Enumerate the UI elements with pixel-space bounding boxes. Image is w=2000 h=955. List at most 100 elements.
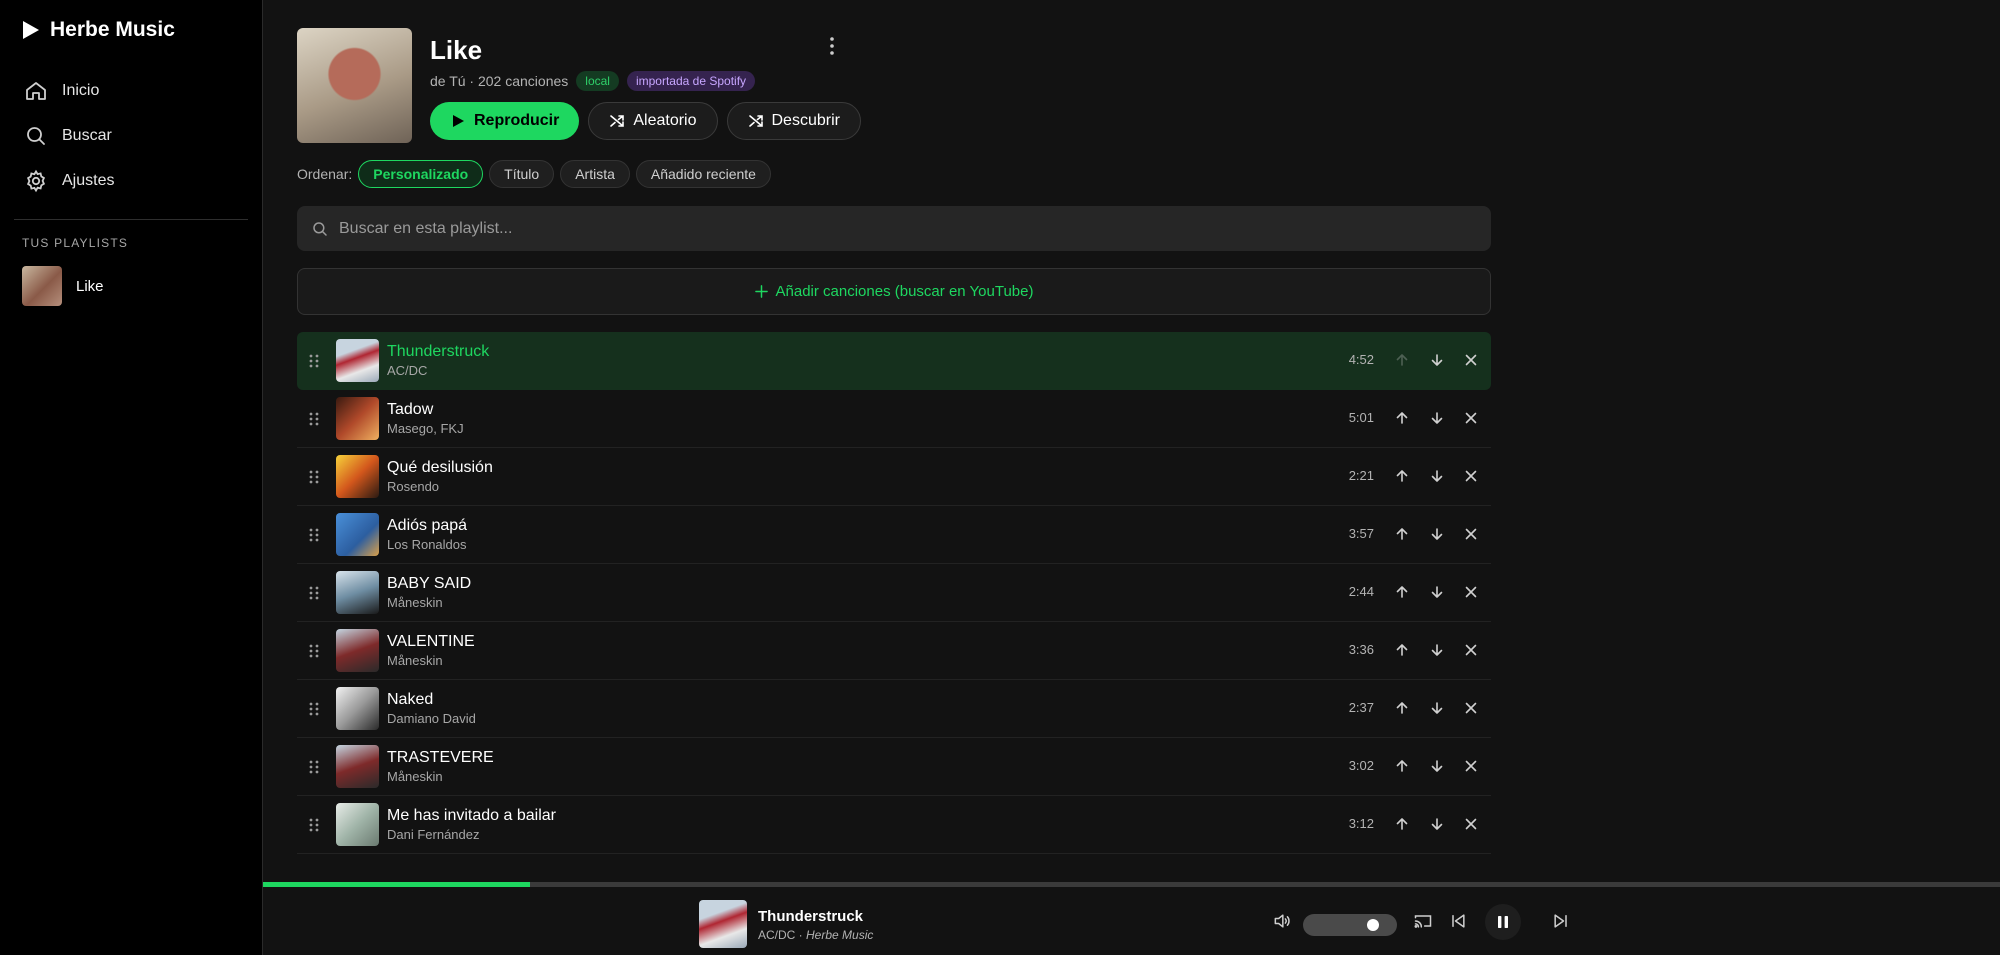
track-artist: Måneskin	[387, 653, 443, 668]
track-row[interactable]: Thunderstruck AC/DC 4:52	[297, 332, 1491, 390]
discover-button[interactable]: Descubrir	[726, 102, 861, 140]
move-down-button[interactable]	[1426, 523, 1448, 545]
track-row[interactable]: Qué desilusión Rosendo 2:21	[297, 448, 1491, 506]
arrow-down-icon	[1429, 816, 1445, 832]
track-duration: 3:02	[1348, 758, 1374, 773]
sort-artist[interactable]: Artista	[560, 160, 630, 188]
move-down-button[interactable]	[1426, 465, 1448, 487]
move-down-button[interactable]	[1426, 755, 1448, 777]
track-row[interactable]: Me has invitado a bailar Dani Fernández …	[297, 796, 1491, 854]
track-title: Thunderstruck	[387, 343, 490, 360]
track-row[interactable]: Naked Damiano David 2:37	[297, 680, 1491, 738]
track-row[interactable]: TRASTEVERE Måneskin 3:02	[297, 738, 1491, 796]
drag-handle-icon[interactable]	[309, 760, 319, 774]
discover-shuffle-icon	[748, 115, 763, 127]
arrow-up-icon	[1394, 410, 1410, 426]
nav-search-label: Buscar	[62, 126, 112, 144]
arrow-down-icon	[1429, 526, 1445, 542]
move-down-button[interactable]	[1426, 813, 1448, 835]
track-row[interactable]: BABY SAID Måneskin 2:44	[297, 564, 1491, 622]
move-up-button[interactable]	[1391, 407, 1413, 429]
playlist-meta: de Tú · 202 canciones local importada de…	[430, 71, 756, 91]
move-down-button[interactable]	[1426, 639, 1448, 661]
track-row[interactable]: VALENTINE Måneskin 3:36	[297, 622, 1491, 680]
shuffle-button[interactable]: Aleatorio	[588, 102, 718, 140]
track-cover	[336, 745, 379, 788]
track-cover	[336, 513, 379, 556]
move-down-button[interactable]	[1426, 349, 1448, 371]
sort-custom[interactable]: Personalizado	[358, 160, 484, 188]
track-title: Qué desilusión	[387, 459, 493, 476]
move-up-button[interactable]	[1391, 465, 1413, 487]
remove-track-button[interactable]	[1460, 523, 1482, 545]
previous-button[interactable]	[1446, 909, 1470, 933]
add-songs-button[interactable]: Añadir canciones (buscar en YouTube)	[297, 268, 1491, 315]
home-icon	[26, 81, 46, 100]
sidebar-playlist-like[interactable]: Like	[22, 266, 104, 306]
remove-track-button[interactable]	[1460, 581, 1482, 603]
move-up-button[interactable]	[1391, 813, 1413, 835]
pause-button[interactable]	[1485, 904, 1521, 940]
move-up-button[interactable]	[1391, 697, 1413, 719]
move-up-button[interactable]	[1391, 349, 1413, 371]
arrow-down-icon	[1429, 758, 1445, 774]
arrow-up-icon	[1394, 816, 1410, 832]
remove-track-button[interactable]	[1460, 465, 1482, 487]
move-up-button[interactable]	[1391, 523, 1413, 545]
next-button[interactable]	[1549, 909, 1573, 933]
volume-button[interactable]	[1270, 909, 1294, 933]
cast-button[interactable]	[1411, 909, 1435, 933]
sort-recent[interactable]: Añadido reciente	[635, 160, 771, 188]
drag-handle-icon[interactable]	[309, 644, 319, 658]
arrow-up-icon	[1394, 352, 1410, 368]
playlist-search-input[interactable]	[339, 219, 1439, 238]
now-playing-subtitle: AC/DC · Herbe Music	[758, 928, 874, 942]
track-title: VALENTINE	[387, 633, 475, 650]
remove-track-button[interactable]	[1460, 697, 1482, 719]
search-icon	[27, 126, 45, 145]
arrow-up-icon	[1394, 642, 1410, 658]
play-button-label: Reproducir	[474, 112, 560, 129]
move-down-button[interactable]	[1426, 697, 1448, 719]
sort-title[interactable]: Título	[489, 160, 555, 188]
move-down-button[interactable]	[1426, 581, 1448, 603]
skip-next-icon	[1554, 914, 1567, 928]
remove-track-button[interactable]	[1460, 639, 1482, 661]
track-info: TRASTEVERE Måneskin	[387, 748, 494, 786]
track-row[interactable]: Tadow Masego, FKJ 5:01	[297, 390, 1491, 448]
move-up-button[interactable]	[1391, 581, 1413, 603]
move-down-button[interactable]	[1426, 407, 1448, 429]
play-button[interactable]: Reproducir	[430, 102, 580, 140]
remove-track-button[interactable]	[1460, 349, 1482, 371]
app-logo[interactable]: Herbe Music	[22, 18, 175, 42]
track-list: Thunderstruck AC/DC 4:52 Tadow Masego, F…	[297, 332, 1491, 872]
track-title: BABY SAID	[387, 575, 472, 592]
drag-handle-icon[interactable]	[309, 528, 319, 542]
drag-handle-icon[interactable]	[309, 818, 319, 832]
remove-track-button[interactable]	[1460, 407, 1482, 429]
nav-home-label: Inicio	[62, 81, 100, 99]
close-icon	[1463, 468, 1479, 484]
remove-track-button[interactable]	[1460, 813, 1482, 835]
volume-slider-knob[interactable]	[1367, 919, 1380, 931]
nav-search[interactable]: Buscar	[24, 113, 114, 158]
more-options-button[interactable]	[820, 34, 844, 58]
track-artist: Måneskin	[387, 595, 443, 610]
drag-handle-icon[interactable]	[309, 586, 319, 600]
track-cover	[336, 629, 379, 672]
track-info: BABY SAID Måneskin	[387, 574, 471, 612]
remove-track-button[interactable]	[1460, 755, 1482, 777]
playlist-cover	[297, 28, 412, 143]
drag-handle-icon[interactable]	[309, 354, 319, 368]
track-row[interactable]: Adiós papá Los Ronaldos 3:57	[297, 506, 1491, 564]
drag-handle-icon[interactable]	[309, 470, 319, 484]
drag-handle-icon[interactable]	[309, 412, 319, 426]
drag-handle-icon[interactable]	[309, 702, 319, 716]
volume-slider[interactable]	[1303, 914, 1397, 936]
nav-settings[interactable]: Ajustes	[24, 158, 114, 203]
main-nav: Inicio Buscar Ajustes	[24, 68, 114, 203]
move-up-button[interactable]	[1391, 755, 1413, 777]
move-up-button[interactable]	[1391, 639, 1413, 661]
nav-home[interactable]: Inicio	[24, 68, 114, 113]
track-artist: Dani Fernández	[387, 827, 480, 842]
